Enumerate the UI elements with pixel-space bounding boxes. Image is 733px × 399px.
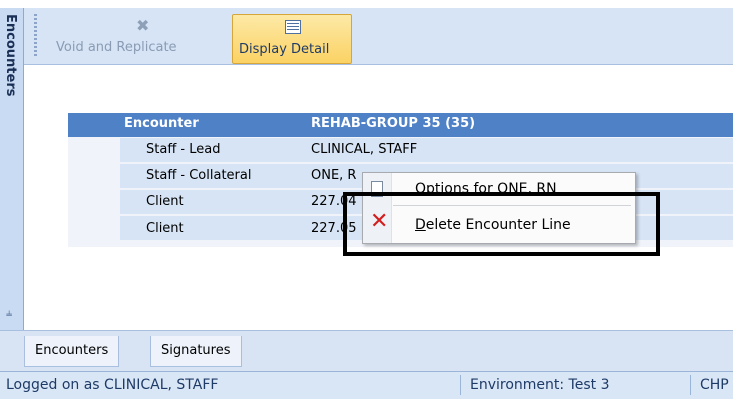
status-environment: Environment: Test 3 [470, 377, 610, 393]
window-top-edge [0, 0, 733, 8]
row-value: CLINICAL, STAFF [311, 142, 418, 157]
row-label: Staff - Lead [146, 142, 221, 157]
highlight-box [343, 192, 660, 256]
display-detail-button[interactable]: Display Detail [232, 14, 352, 64]
row-label: Client [146, 221, 184, 236]
void-and-replicate-button[interactable]: ✖ Void and Replicate [42, 14, 218, 56]
sidebar-title: Encounters [3, 14, 18, 97]
display-detail-label: Display Detail [239, 42, 330, 57]
tab-signatures[interactable]: Signatures [150, 336, 242, 367]
grid-header-label: Encounter [124, 116, 199, 131]
status-divider [690, 375, 691, 395]
void-icon: ✖ [136, 16, 150, 35]
row-value: ONE, R [311, 168, 357, 183]
grid-header-value: REHAB-GROUP 35 (35) [311, 116, 476, 131]
status-divider [460, 375, 461, 395]
status-code: CHP [700, 377, 729, 393]
toolbar-grip[interactable] [34, 14, 37, 56]
pin-icon[interactable]: ⫨ [6, 306, 12, 320]
void-label: Void and Replicate [56, 40, 177, 55]
row-label: Staff - Collateral [146, 168, 252, 183]
tab-encounters[interactable]: Encounters [24, 336, 120, 367]
status-logged-on: Logged on as CLINICAL, STAFF [6, 377, 219, 393]
encounters-sidebar[interactable]: Encounters ⫨ [0, 8, 24, 330]
row-label: Client [146, 194, 184, 209]
display-detail-icon [285, 20, 301, 34]
